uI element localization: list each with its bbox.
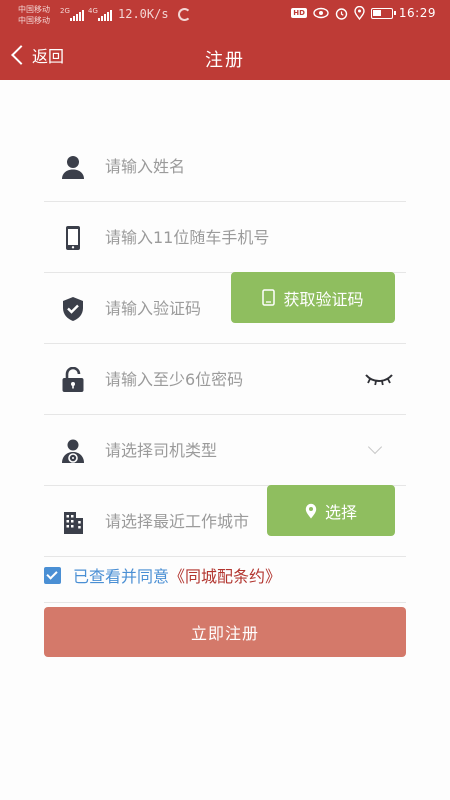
hd-icon: HD bbox=[291, 8, 307, 18]
lock-icon bbox=[62, 367, 84, 392]
battery-icon bbox=[370, 7, 396, 19]
phone-row bbox=[44, 202, 406, 273]
get-code-label: 获取验证码 bbox=[283, 289, 364, 309]
status-bar: 中国移动 中国移动 2G 4G 12.0K/s HD 16:29 bbox=[0, 0, 450, 32]
alarm-icon bbox=[335, 7, 348, 20]
carrier-info: 中国移动 中国移动 bbox=[18, 4, 50, 26]
network-speed: 12.0K/s bbox=[118, 7, 169, 21]
divider bbox=[44, 602, 406, 603]
chevron-down-icon bbox=[367, 439, 383, 455]
verification-code-input[interactable] bbox=[105, 296, 225, 322]
select-city-label: 选择 bbox=[324, 502, 357, 522]
password-input[interactable] bbox=[105, 367, 335, 393]
name-input[interactable] bbox=[105, 154, 395, 180]
network-type-1: 2G bbox=[60, 7, 70, 15]
eye-comfort-icon bbox=[313, 7, 329, 19]
register-form: 获取验证码 请选择司机类型 bbox=[0, 80, 450, 800]
password-row bbox=[44, 344, 406, 415]
top-bar: 中国移动 中国移动 2G 4G 12.0K/s HD 16:29 返回 注册 bbox=[0, 0, 450, 80]
carrier-2: 中国移动 bbox=[18, 16, 50, 25]
agreement-checkbox[interactable] bbox=[44, 566, 61, 584]
driver-type-select[interactable]: 请选择司机类型 bbox=[105, 438, 217, 464]
agreement-text: 已查看并同意 bbox=[73, 567, 170, 586]
select-city-button[interactable]: 选择 bbox=[267, 485, 395, 536]
location-icon bbox=[354, 6, 365, 20]
code-row: 获取验证码 bbox=[44, 272, 406, 344]
location-pin-icon bbox=[305, 503, 317, 518]
driver-icon bbox=[62, 439, 84, 463]
get-code-button[interactable]: 获取验证码 bbox=[231, 272, 395, 323]
eye-closed-icon[interactable] bbox=[364, 372, 394, 386]
name-row bbox=[44, 131, 406, 202]
agreement-link[interactable]: 《同城配条约》 bbox=[169, 567, 281, 586]
city-input[interactable]: 请选择最近工作城市 bbox=[105, 509, 257, 535]
register-button[interactable]: 立即注册 bbox=[44, 607, 406, 657]
network-type-2: 4G bbox=[88, 7, 98, 15]
mobile-phone-icon bbox=[66, 226, 80, 250]
phone-icon bbox=[262, 289, 276, 306]
agreement-row: 已查看并同意《同城配条约》 bbox=[44, 563, 281, 587]
clock: 16:29 bbox=[398, 6, 436, 20]
phone-input[interactable] bbox=[105, 225, 395, 251]
page-title: 注册 bbox=[205, 50, 245, 71]
sync-icon bbox=[178, 8, 191, 21]
shield-check-icon bbox=[63, 297, 83, 321]
city-row: 请选择最近工作城市 选择 bbox=[44, 485, 406, 557]
building-icon bbox=[64, 512, 83, 534]
status-icons: HD 16:29 bbox=[291, 6, 436, 20]
user-icon bbox=[62, 156, 84, 179]
carrier-1: 中国移动 bbox=[18, 5, 50, 14]
driver-type-row[interactable]: 请选择司机类型 bbox=[44, 415, 406, 486]
